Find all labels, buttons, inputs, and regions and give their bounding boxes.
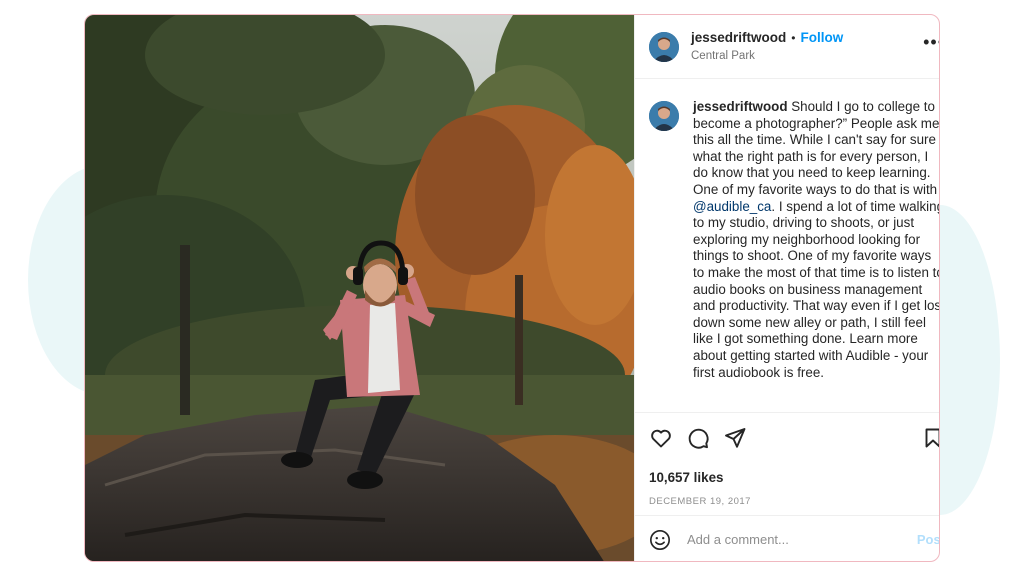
share-icon[interactable] — [723, 426, 747, 450]
caption-mention-link[interactable]: @audible_ca — [693, 199, 771, 214]
comment-bar: Post — [635, 515, 939, 561]
post-date: DECEMBER 19, 2017 — [649, 496, 751, 507]
post-photo[interactable] — [85, 15, 634, 561]
caption-avatar[interactable] — [649, 101, 679, 131]
emoji-icon[interactable] — [649, 529, 671, 551]
post-comment-button[interactable]: Post — [917, 532, 939, 547]
heart-icon[interactable] — [649, 426, 673, 450]
likes-count[interactable]: 10,657 likes — [649, 470, 939, 485]
comment-icon[interactable] — [686, 426, 710, 450]
follow-button[interactable]: Follow — [800, 30, 843, 45]
caption-username[interactable]: jessedriftwood — [693, 99, 788, 114]
avatar[interactable] — [649, 31, 679, 62]
more-options-icon[interactable]: ••• — [923, 32, 939, 53]
header-username[interactable]: jessedriftwood — [691, 30, 786, 45]
post-actions: 10,657 likes DECEMBER 19, 2017 Post — [635, 412, 940, 561]
caption-text: jessedriftwood Should I go to college to… — [693, 99, 940, 412]
caption-body-end: . I spend a lot of time walking to my st… — [693, 198, 940, 380]
post-side-panel: jessedriftwood • Follow Central Park ••• j… — [634, 15, 940, 561]
post-photo-image — [85, 15, 634, 561]
separator-dot: • — [791, 31, 796, 46]
instagram-post-card: jessedriftwood • Follow Central Park ••• j… — [84, 14, 940, 562]
caption-area: jessedriftwood Should I go to college to… — [635, 79, 940, 412]
bookmark-icon[interactable] — [921, 426, 940, 450]
post-header: jessedriftwood • Follow Central Park ••• — [635, 15, 939, 79]
action-icons-row — [649, 426, 940, 450]
caption-avatar-image — [649, 101, 679, 131]
avatar-image — [649, 31, 679, 62]
location-link[interactable]: Central Park — [691, 51, 843, 63]
header-meta: jessedriftwood • Follow Central Park — [691, 30, 843, 63]
comment-input[interactable] — [685, 531, 917, 548]
